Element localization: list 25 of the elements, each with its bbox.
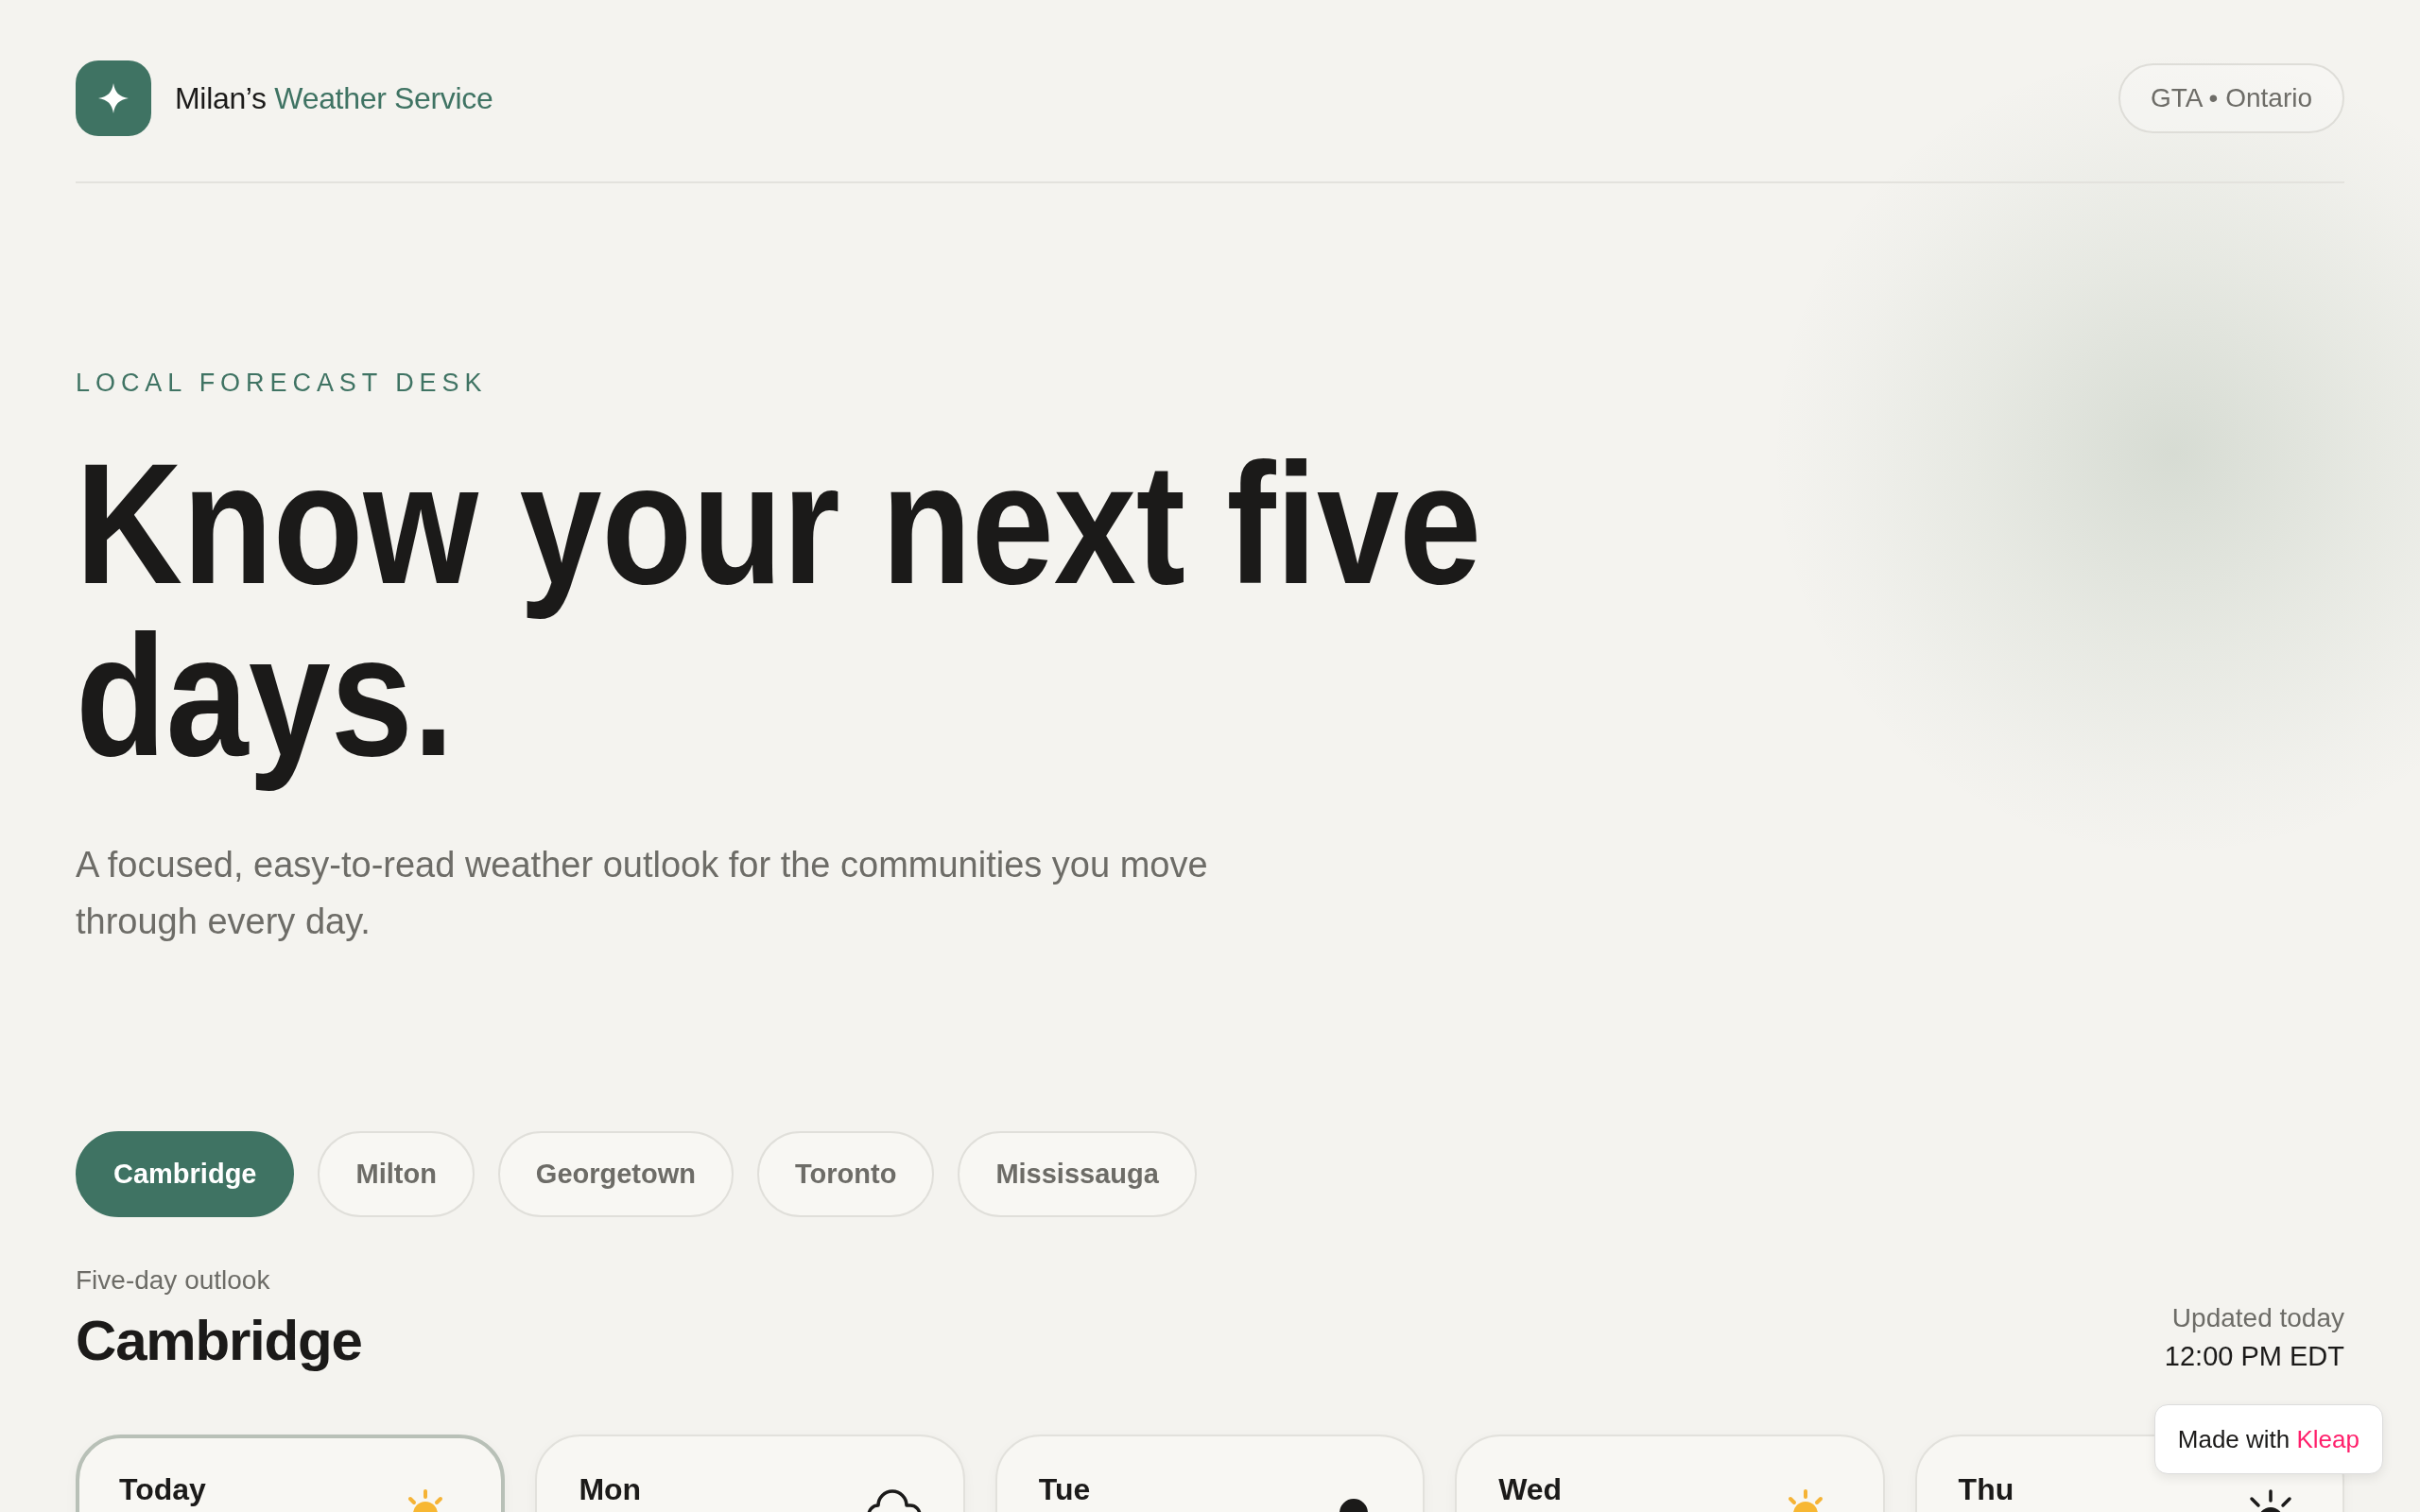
forecast-card[interactable]: Mon <box>535 1435 965 1512</box>
day-label: Wed <box>1498 1474 1563 1504</box>
city-chip[interactable]: Mississauga <box>958 1131 1197 1217</box>
city-chip[interactable]: Milton <box>318 1131 475 1217</box>
site-title: Milan’s Weather Service <box>175 80 493 116</box>
updated-time: 12:00 PM EDT <box>2164 1340 2344 1372</box>
day-label: Tue <box>1038 1474 1091 1504</box>
intro-text: A focused, easy-to-read weather outlook for the communities you move through every day. <box>76 844 1209 943</box>
day-label: Today <box>119 1474 206 1504</box>
city-chip[interactable]: Cambridge <box>76 1131 295 1217</box>
region-badge: GTA • Ontario <box>2118 63 2344 133</box>
forecast-card[interactable]: Tue <box>994 1435 1426 1512</box>
city-chip[interactable]: Toronto <box>757 1131 935 1217</box>
day-label: Mon <box>579 1474 642 1504</box>
eyebrow-label: LOCAL FORECAST DESK <box>76 368 488 399</box>
updated-label: Updated today <box>2171 1302 2344 1334</box>
day-label: Thu <box>1958 1474 2014 1504</box>
hero-heading: Know your next five days. <box>76 438 1483 794</box>
section-label: Five-day outlook <box>76 1264 271 1297</box>
city-heading: Cambridge <box>76 1310 362 1372</box>
logo-sparkle-icon <box>76 60 151 136</box>
forecast-card[interactable]: Wed <box>1455 1435 1885 1512</box>
forecast-card[interactable]: Today <box>76 1435 506 1512</box>
made-with-badge[interactable]: Made with Kleap <box>2153 1404 2383 1474</box>
city-chip[interactable]: Georgetown <box>497 1131 734 1217</box>
